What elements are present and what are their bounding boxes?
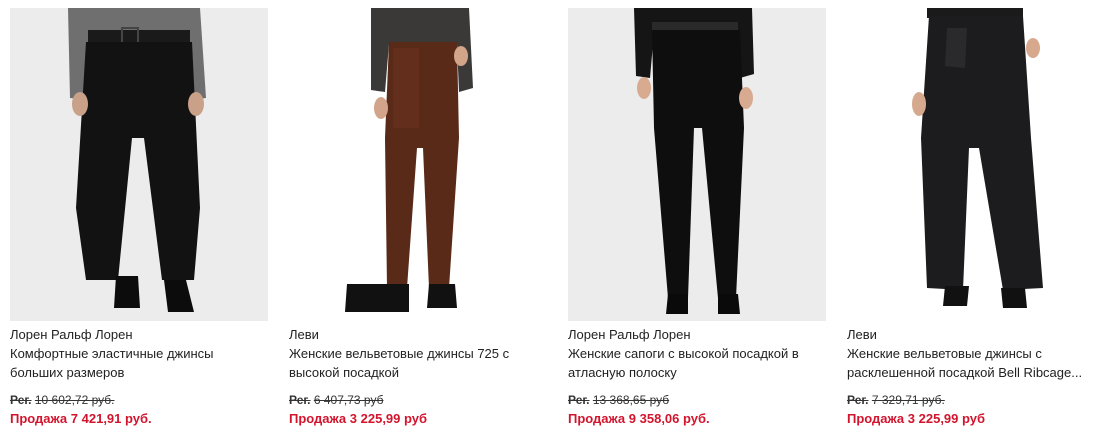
sale-price: Продажа 3 225,99 руб: [847, 410, 1100, 427]
product-title[interactable]: Женские сапоги с высокой посадкой в атла…: [568, 344, 826, 384]
product-image[interactable]: [847, 8, 1100, 321]
product-card[interactable]: Лорен Ральф Лорен Женские сапоги с высок…: [568, 8, 826, 427]
regular-price: Рег. 13 368,65 руб: [568, 392, 826, 408]
regular-price: Рег. 6 407,73 руб: [289, 392, 547, 408]
brown-corduroy-jeans-photo: [289, 8, 547, 321]
sale-price-label: Продажа: [847, 411, 905, 426]
product-brand[interactable]: Леви: [289, 326, 547, 343]
regular-price-value: 10 602,72 руб.: [34, 393, 115, 407]
regular-price: Рег. 10 602,72 руб.: [10, 392, 268, 408]
product-card[interactable]: Лорен Ральф Лорен Комфортные эластичные …: [10, 8, 268, 427]
regular-price-value: 6 407,73 руб: [313, 393, 384, 407]
sale-price: Продажа 3 225,99 руб: [289, 410, 547, 427]
product-title[interactable]: Женские вельветовые джинсы 725 с высокой…: [289, 344, 547, 384]
sale-price-label: Продажа: [289, 411, 347, 426]
regular-price-value: 13 368,65 руб: [592, 393, 670, 407]
product-brand[interactable]: Лорен Ральф Лорен: [10, 326, 268, 343]
regular-price: Рег. 7 329,71 руб.: [847, 392, 1100, 408]
product-title[interactable]: Комфортные эластичные джинсы больших раз…: [10, 344, 268, 384]
product-title[interactable]: Женские вельветовые джинсы с расклешенно…: [847, 344, 1100, 384]
product-image[interactable]: [10, 8, 268, 321]
regular-price-label: Рег.: [10, 393, 32, 407]
sale-price: Продажа 9 358,06 руб.: [568, 410, 826, 427]
product-grid: Лорен Ральф Лорен Комфортные эластичные …: [0, 0, 1100, 440]
sale-price-value: 7 421,91 руб.: [70, 411, 152, 426]
regular-price-value: 7 329,71 руб.: [871, 393, 945, 407]
sale-price-label: Продажа: [10, 411, 68, 426]
product-card[interactable]: Леви Женские вельветовые джинсы 725 с вы…: [289, 8, 547, 427]
product-brand[interactable]: Леви: [847, 326, 1100, 343]
black-flare-corduroy-jeans-photo: [847, 8, 1100, 321]
sale-price-value: 9 358,06 руб.: [628, 411, 710, 426]
product-image[interactable]: [289, 8, 547, 321]
regular-price-label: Рег.: [289, 393, 311, 407]
product-brand[interactable]: Лорен Ральф Лорен: [568, 326, 826, 343]
product-image[interactable]: [568, 8, 826, 321]
product-card[interactable]: Леви Женские вельветовые джинсы с раскле…: [847, 8, 1100, 427]
sale-price-label: Продажа: [568, 411, 626, 426]
regular-price-label: Рег.: [568, 393, 590, 407]
black-bootcut-jeans-photo: [568, 8, 826, 321]
sale-price-value: 3 225,99 руб: [907, 411, 986, 426]
regular-price-label: Рег.: [847, 393, 869, 407]
black-plus-size-jeans-photo: [10, 8, 268, 321]
sale-price-value: 3 225,99 руб: [349, 411, 428, 426]
sale-price: Продажа 7 421,91 руб.: [10, 410, 268, 427]
